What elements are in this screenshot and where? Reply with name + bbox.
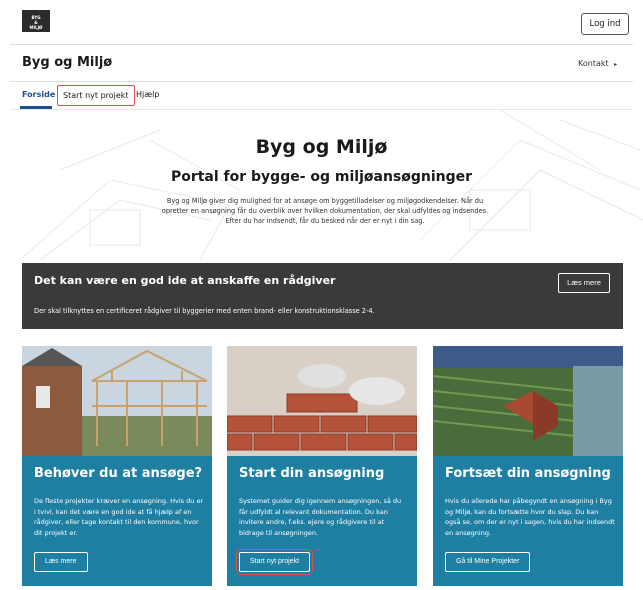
nav-item-hjaelp[interactable]: Hjælp [136, 90, 159, 99]
card-title: Behøver du at ansøge? [34, 466, 203, 481]
banner-text: Der skal tilknyttes en certificeret rådg… [34, 307, 375, 315]
bricklaying-image [227, 346, 417, 456]
banner-read-more-button[interactable]: Læs mere [558, 273, 610, 293]
card-title: Fortsæt din ansøgning [445, 466, 611, 481]
byg-og-miljo-logo[interactable]: BYG & MILJØ [22, 10, 50, 32]
card-text: Hvis du allerede har påbegyndt en ansøgn… [445, 497, 615, 537]
house-construction-image [22, 346, 212, 456]
contact-label: Kontakt [578, 59, 609, 68]
card-text: De fleste projekter kræver en ansøgning.… [34, 497, 204, 537]
nav-item-start-nyt-projekt[interactable]: Start nyt projekt [57, 85, 135, 106]
card-text: Systemet guider dig igennem ansøgningen,… [239, 497, 402, 537]
go-to-my-projects-button[interactable]: Gå til Mine Projekter [445, 552, 531, 572]
site-title[interactable]: Byg og Miljø [22, 55, 112, 70]
hero-subtitle: Portal for bygge- og miljøansøgninger [170, 169, 473, 185]
aerial-house-image [433, 346, 623, 456]
hero-description: Byg og Miljø giver dig mulighed for at a… [161, 197, 489, 225]
contact-link[interactable]: Kontakt ▸ [578, 59, 617, 68]
card-start-application: Start din ansøgning Systemet guider dig … [227, 346, 417, 586]
card-body: Start din ansøgning Systemet guider dig … [227, 456, 417, 586]
hero-title: Byg og Miljø [255, 136, 388, 158]
main-nav: Forside Start nyt projekt Hjælp [0, 82, 643, 110]
card-need-to-apply: Behøver du at ansøge? De fleste projekte… [22, 346, 212, 586]
advisor-banner: Det kan være en god ide at anskaffe en r… [22, 263, 623, 329]
banner-title: Det kan være en god ide at anskaffe en r… [34, 274, 336, 287]
nav-item-forside[interactable]: Forside [22, 90, 55, 99]
login-button[interactable]: Log ind [581, 13, 629, 35]
blueprint-background [19, 110, 643, 260]
top-bar: BYG & MILJØ Log ind [0, 0, 643, 44]
site-header: Byg og Miljø Kontakt ▸ [0, 45, 643, 81]
card-body: Fortsæt din ansøgning Hvis du allerede h… [433, 456, 623, 586]
hero-section: Byg og Miljø Portal for bygge- og miljøa… [0, 110, 643, 260]
read-more-button[interactable]: Læs mere [34, 552, 88, 572]
card-body: Behøver du at ansøge? De fleste projekte… [22, 456, 212, 586]
card-title: Start din ansøgning [239, 466, 385, 481]
chevron-right-icon: ▸ [614, 61, 618, 68]
card-continue-application: Fortsæt din ansøgning Hvis du allerede h… [433, 346, 623, 586]
start-new-project-button[interactable]: Start nyt projekt [235, 549, 314, 575]
